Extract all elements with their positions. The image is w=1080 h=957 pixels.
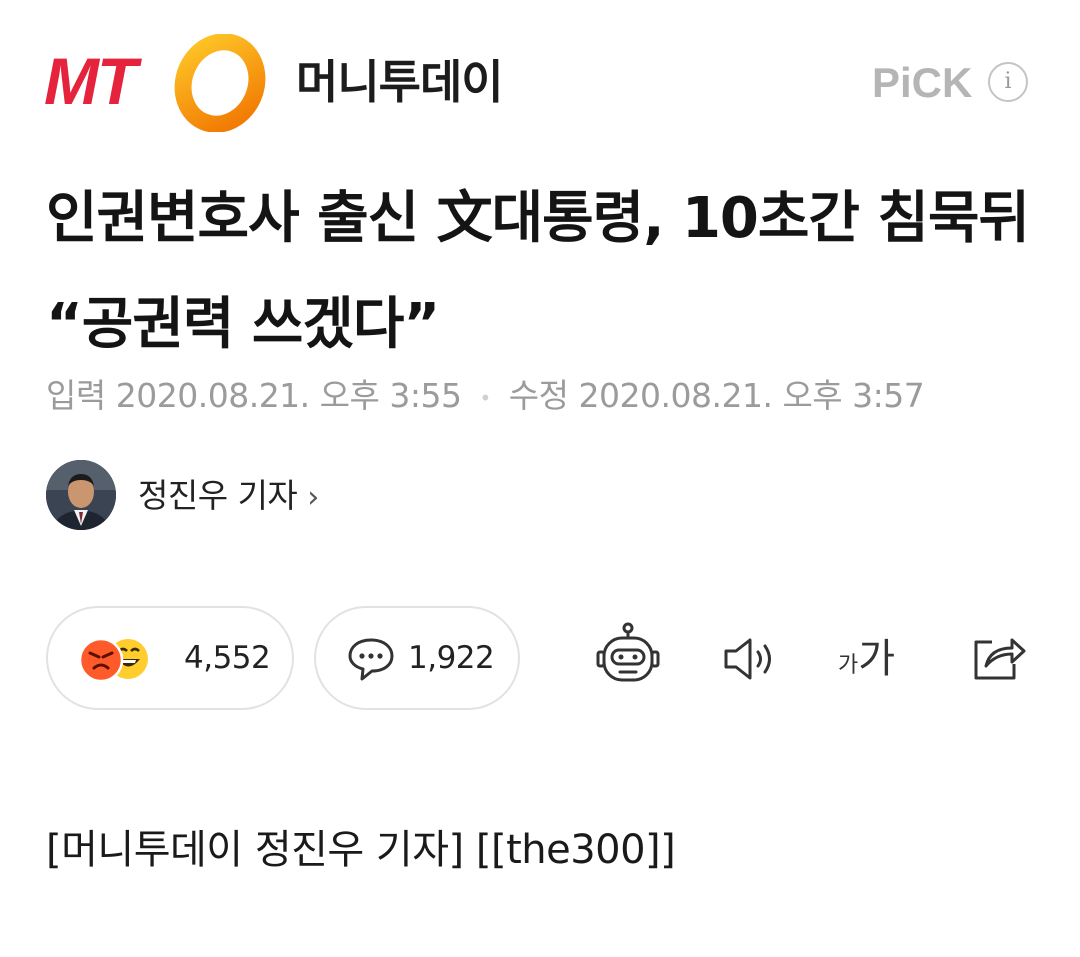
font-size-button[interactable]: 가가 bbox=[838, 636, 895, 689]
author-link[interactable]: 정진우 기자 › bbox=[138, 474, 319, 520]
reaction-button[interactable]: 4,552 bbox=[46, 606, 294, 710]
summary-bot-icon[interactable] bbox=[594, 622, 662, 688]
comment-button[interactable]: 1,922 bbox=[314, 606, 520, 710]
modified-label: 수정 bbox=[508, 376, 569, 415]
chevron-right-icon: › bbox=[307, 480, 319, 515]
share-icon[interactable] bbox=[970, 630, 1028, 684]
font-size-small-icon: 가 bbox=[838, 653, 859, 678]
author-avatar[interactable] bbox=[46, 460, 116, 530]
article-timestamps: 입력 2020.08.21. 오후 3:55 • 수정 2020.08.21. … bbox=[46, 374, 925, 420]
speaker-icon[interactable] bbox=[722, 636, 778, 682]
info-icon[interactable]: i bbox=[988, 62, 1028, 102]
avatar-photo-icon bbox=[46, 460, 116, 530]
modified-time: 2020.08.21. 오후 3:57 bbox=[578, 376, 925, 415]
logo-ring-icon bbox=[174, 34, 266, 132]
reaction-emoji-icon bbox=[78, 637, 148, 683]
article-body-first-line: [머니투데이 정진우 기자] [[the300]] bbox=[46, 827, 676, 873]
comment-bubble-icon bbox=[348, 638, 394, 681]
author-name: 정진우 기자 bbox=[138, 476, 298, 515]
header: MT 머니투데이 PiCK i bbox=[0, 0, 1080, 160]
logo-name[interactable]: 머니투데이 bbox=[296, 54, 504, 110]
pick-label[interactable]: PiCK bbox=[872, 60, 972, 106]
comment-count: 1,922 bbox=[408, 640, 495, 676]
separator-dot: • bbox=[479, 385, 491, 410]
logo-mt[interactable]: MT bbox=[44, 48, 137, 114]
article-headline: 인권변호사 출신 文대통령, 10초간 침묵뒤 “공권력 쓰겠다” bbox=[46, 186, 1030, 357]
input-label: 입력 bbox=[46, 376, 106, 415]
font-size-large-icon: 가 bbox=[858, 636, 896, 682]
input-time: 2020.08.21. 오후 3:55 bbox=[115, 376, 462, 415]
reaction-count: 4,552 bbox=[184, 640, 271, 676]
